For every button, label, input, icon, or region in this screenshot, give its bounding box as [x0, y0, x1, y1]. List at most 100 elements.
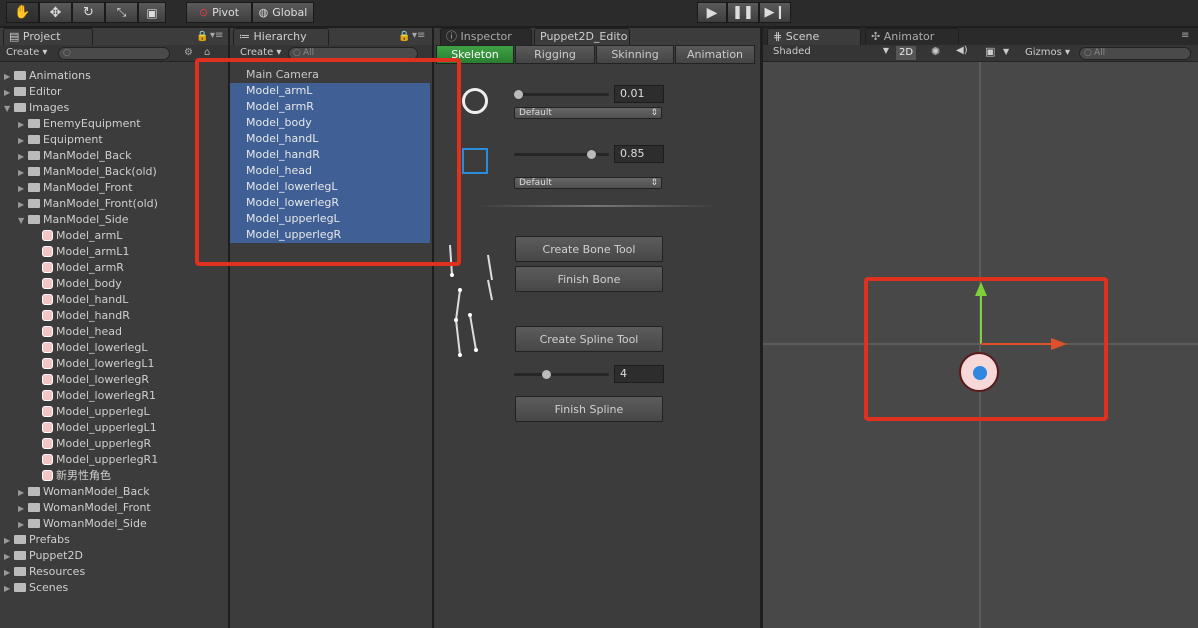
chevron-right-icon[interactable]: ▶: [4, 533, 12, 549]
project-tree-item[interactable]: Model_upperlegR: [0, 436, 151, 452]
project-tree-item[interactable]: ▶ ManModel_Front: [0, 180, 133, 196]
project-tree-item[interactable]: ▶ EnemyEquipment: [0, 116, 141, 132]
project-tree-item[interactable]: ▶ WomanModel_Side: [0, 516, 147, 532]
chevron-right-icon[interactable]: ▶: [4, 581, 12, 597]
create-spline-tool-button[interactable]: Create Spline Tool: [515, 326, 663, 352]
chevron-right-icon[interactable]: ▶: [4, 565, 12, 581]
tab-puppet2d-editor[interactable]: Puppet2D_Edito: [534, 28, 630, 45]
project-tree-item[interactable]: 新男性角色: [0, 468, 111, 484]
project-tree-item[interactable]: Model_lowerlegR: [0, 372, 149, 388]
chevron-right-icon[interactable]: ▶: [18, 197, 26, 213]
project-tree-item[interactable]: Model_armR: [0, 260, 124, 276]
control-size-field[interactable]: 0.85: [614, 145, 664, 163]
panel-menu-icon[interactable]: ≡: [1181, 30, 1189, 41]
control-size-knob[interactable]: [587, 150, 596, 159]
project-tree-item[interactable]: ▶ Animations: [0, 68, 91, 84]
spline-count-knob[interactable]: [542, 370, 551, 379]
chevron-right-icon[interactable]: ▶: [18, 501, 26, 517]
tab-skinning[interactable]: Skinning: [596, 45, 674, 64]
lock-icon[interactable]: 🔒: [398, 31, 410, 42]
global-toggle[interactable]: ◍ Global: [252, 2, 314, 23]
project-tree-item[interactable]: ▼ Images: [0, 100, 69, 116]
tab-scene[interactable]: ⋕ Scene: [767, 28, 861, 45]
chevron-right-icon[interactable]: ▶: [18, 517, 26, 533]
rotate-tool-button[interactable]: ↻: [72, 2, 105, 23]
lock-icon[interactable]: 🔒: [196, 31, 208, 42]
project-tree-item[interactable]: ▶ Resources: [0, 564, 85, 580]
scale-tool-button[interactable]: ⤡: [105, 2, 138, 23]
filter-by-type-icon[interactable]: ⚙: [184, 47, 193, 58]
rect-tool-button[interactable]: ▣: [138, 2, 166, 23]
control-type-dropdown[interactable]: Default ⇕: [514, 177, 662, 189]
chevron-down-icon[interactable]: ▼: [18, 213, 26, 229]
effects-icon[interactable]: ▣: [985, 45, 995, 58]
bone-size-knob[interactable]: [514, 90, 523, 99]
chevron-down-icon[interactable]: ▼: [4, 101, 12, 117]
project-create-button[interactable]: Create ▾: [6, 46, 47, 60]
finish-spline-button[interactable]: Finish Spline: [515, 396, 663, 422]
tab-inspector[interactable]: ⓘ Inspector: [440, 28, 532, 45]
control-size-slider[interactable]: [514, 150, 609, 159]
spline-count-slider[interactable]: [514, 370, 609, 379]
hand-tool-button[interactable]: ✋: [6, 2, 39, 23]
pause-button[interactable]: ❚❚: [727, 2, 759, 23]
project-tree-item[interactable]: Model_lowerlegL: [0, 340, 148, 356]
audio-icon[interactable]: ◀): [956, 45, 968, 56]
project-tree-item[interactable]: ▶ Puppet2D: [0, 548, 83, 564]
2d-toggle[interactable]: 2D: [896, 46, 916, 60]
project-tree-item[interactable]: ▶ WomanModel_Front: [0, 500, 151, 516]
project-tree-item[interactable]: Model_handR: [0, 308, 130, 324]
chevron-down-icon[interactable]: ▼: [1003, 47, 1009, 56]
project-tree-item[interactable]: Model_upperlegL1: [0, 420, 157, 436]
chevron-right-icon[interactable]: ▶: [18, 181, 26, 197]
chevron-right-icon[interactable]: ▶: [18, 165, 26, 181]
project-tree-item[interactable]: Model_upperlegL: [0, 404, 150, 420]
chevron-right-icon[interactable]: ▶: [18, 149, 26, 165]
tab-hierarchy[interactable]: ≔ Hierarchy: [233, 28, 329, 45]
pivot-toggle[interactable]: ⊙ Pivot: [186, 2, 252, 23]
project-tree-item[interactable]: Model_head: [0, 324, 122, 340]
filter-by-label-icon[interactable]: ⌂: [204, 47, 210, 58]
shading-mode-dropdown[interactable]: Shaded ▼: [773, 46, 889, 57]
chevron-right-icon[interactable]: ▶: [18, 485, 26, 501]
project-tree-item[interactable]: ▶ Editor: [0, 84, 62, 100]
project-tree-item[interactable]: Model_lowerlegR1: [0, 388, 156, 404]
play-button[interactable]: ▶: [697, 2, 727, 23]
project-tree-item[interactable]: ▶ Scenes: [0, 580, 68, 596]
chevron-right-icon[interactable]: ▶: [4, 549, 12, 565]
project-tree-item[interactable]: ▶ WomanModel_Back: [0, 484, 150, 500]
tab-animation[interactable]: Animation: [675, 45, 755, 64]
tab-project[interactable]: ▤ Project: [3, 28, 93, 45]
tab-rigging[interactable]: Rigging: [515, 45, 595, 64]
project-tree-item[interactable]: ▼ ManModel_Side: [0, 212, 129, 228]
bone-size-field[interactable]: 0.01: [614, 85, 664, 103]
move-tool-button[interactable]: ✥: [39, 2, 72, 23]
project-tree-item[interactable]: ▶ ManModel_Back: [0, 148, 131, 164]
chevron-right-icon[interactable]: ▶: [4, 85, 12, 101]
project-tree-item[interactable]: ▶ ManModel_Front(old): [0, 196, 158, 212]
chevron-right-icon[interactable]: ▶: [18, 117, 26, 133]
finish-bone-button[interactable]: Finish Bone: [515, 266, 663, 292]
project-tree-item[interactable]: Model_lowerlegL1: [0, 356, 155, 372]
spline-count-field[interactable]: 4: [614, 365, 664, 383]
project-tree-item[interactable]: Model_armL: [0, 228, 122, 244]
panel-menu-icon[interactable]: ▾≡: [210, 30, 223, 41]
project-tree-item[interactable]: ▶ ManModel_Back(old): [0, 164, 157, 180]
tab-animator[interactable]: ✣ Animator: [865, 28, 959, 45]
project-tree-item[interactable]: Model_handL: [0, 292, 128, 308]
project-tree-item[interactable]: Model_body: [0, 276, 122, 292]
project-tree-item[interactable]: Model_upperlegR1: [0, 452, 158, 468]
create-bone-tool-button[interactable]: Create Bone Tool: [515, 236, 663, 262]
chevron-right-icon[interactable]: ▶: [18, 133, 26, 149]
project-tree-item[interactable]: Model_armL1: [0, 244, 129, 260]
lighting-icon[interactable]: ✺: [931, 45, 940, 58]
project-search-input[interactable]: ○: [58, 47, 170, 60]
project-tree-item[interactable]: ▶ Equipment: [0, 132, 103, 148]
scene-search-input[interactable]: ○ All: [1079, 47, 1191, 60]
step-button[interactable]: ▶❙: [759, 2, 791, 23]
panel-menu-icon[interactable]: ▾≡: [412, 30, 425, 41]
chevron-right-icon[interactable]: ▶: [4, 69, 12, 85]
bone-size-slider[interactable]: [514, 90, 609, 99]
bone-type-dropdown[interactable]: Default ⇕: [514, 107, 662, 119]
project-tree-item[interactable]: ▶ Prefabs: [0, 532, 70, 548]
